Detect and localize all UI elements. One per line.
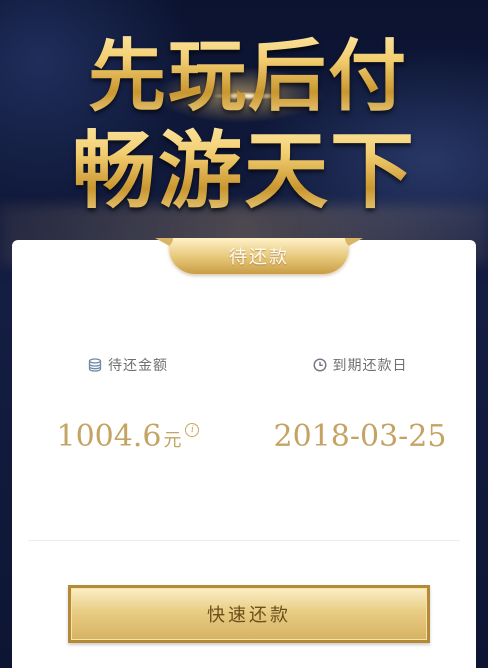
quick-repay-button[interactable]: 快速还款 bbox=[68, 585, 430, 643]
amount-unit: 元 bbox=[163, 430, 182, 451]
amount-due-value: 1004.6 元 i bbox=[57, 419, 200, 454]
quick-repay-label: 快速还款 bbox=[207, 605, 291, 626]
divider bbox=[28, 540, 460, 541]
status-tab: 待还款 bbox=[169, 238, 349, 274]
hero-slogan-line-2: 畅游天下 bbox=[0, 104, 488, 225]
due-date-section: 到期还款日 2018-03-25 bbox=[244, 355, 476, 454]
status-tab-label: 待还款 bbox=[229, 247, 289, 268]
amount-due-header: 待还金额 bbox=[12, 355, 244, 375]
coin-stack-icon bbox=[88, 358, 102, 372]
due-date-value: 2018-03-25 bbox=[273, 419, 447, 454]
due-date-label: 到期还款日 bbox=[332, 358, 408, 374]
amount-number: 1004.6 bbox=[56, 419, 162, 454]
amount-due-label: 待还金额 bbox=[108, 358, 168, 374]
repayment-card: 待还款 待还金额 1004.6 元 i 到期还款日 2018-03-25 快速还… bbox=[12, 238, 476, 668]
due-date-header: 到期还款日 bbox=[244, 355, 476, 375]
info-icon[interactable]: i bbox=[185, 423, 200, 437]
clock-icon bbox=[312, 358, 327, 372]
amount-due-section: 待还金额 1004.6 元 i bbox=[12, 355, 244, 454]
